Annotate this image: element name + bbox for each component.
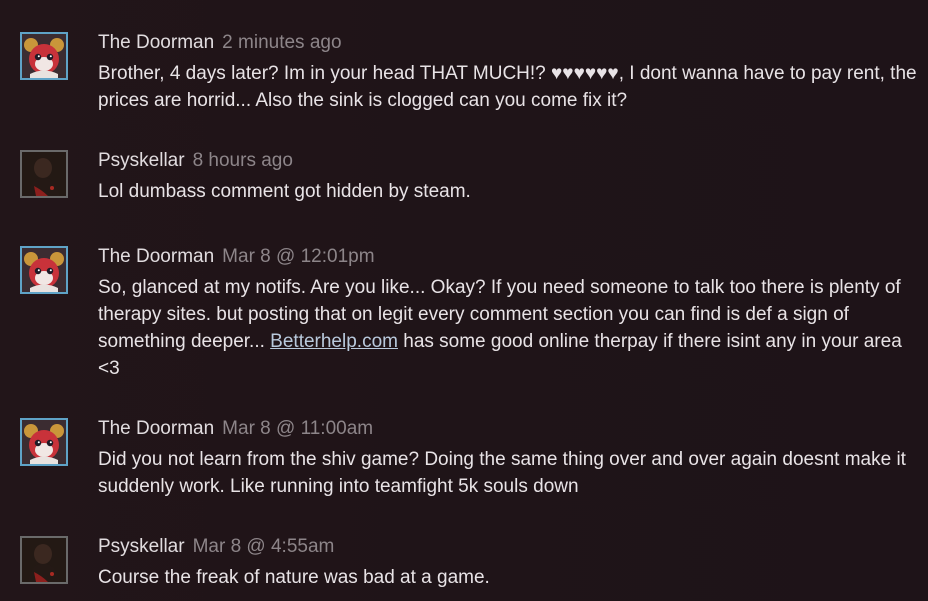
comment-author[interactable]: Psyskellar [98, 150, 185, 171]
comment-author[interactable]: Psyskellar [98, 536, 185, 557]
comment-timestamp: 8 hours ago [192, 150, 293, 171]
comment-text: Lol dumbass comment got hidden by steam. [98, 181, 471, 202]
comment-header: Psyskellar 8 hours ago [98, 150, 918, 172]
comment-text: Brother, 4 days later? Im in your head T… [98, 63, 917, 111]
psyskellar-avatar-icon [22, 538, 66, 582]
comment-text: Course the freak of nature was bad at a … [98, 567, 490, 588]
comment-timestamp: Mar 8 @ 4:55am [192, 536, 335, 557]
doorman-avatar[interactable] [20, 246, 68, 294]
comment-timestamp: Mar 8 @ 11:00am [222, 418, 374, 439]
doorman-avatar-icon [22, 248, 66, 292]
psyskellar-avatar[interactable] [20, 150, 68, 198]
comment-header: The Doorman Mar 8 @ 12:01pm [98, 246, 918, 268]
psyskellar-avatar-icon [22, 152, 66, 196]
comment-text: Did you not learn from the shiv game? Do… [98, 449, 906, 497]
comment-thread: The Doorman 2 minutes ago Brother, 4 days… [0, 0, 928, 601]
comment-author[interactable]: The Doorman [98, 246, 214, 267]
comment-author[interactable]: The Doorman [98, 32, 214, 53]
comment-timestamp: Mar 8 @ 12:01pm [222, 246, 375, 267]
comment-header: Psyskellar Mar 8 @ 4:55am [98, 536, 918, 558]
doorman-avatar-icon [22, 34, 66, 78]
comment-text: So, glanced at my notifs. Are you like..… [98, 274, 918, 382]
comment-header: The Doorman 2 minutes ago [98, 32, 918, 54]
betterhelp-link[interactable]: Betterhelp.com [270, 331, 398, 352]
doorman-avatar-icon [22, 420, 66, 464]
comment-header: The Doorman Mar 8 @ 11:00am [98, 418, 918, 440]
psyskellar-avatar[interactable] [20, 536, 68, 584]
doorman-avatar[interactable] [20, 418, 68, 466]
doorman-avatar[interactable] [20, 32, 68, 80]
comment-author[interactable]: The Doorman [98, 418, 214, 439]
comment-timestamp: 2 minutes ago [222, 32, 342, 53]
